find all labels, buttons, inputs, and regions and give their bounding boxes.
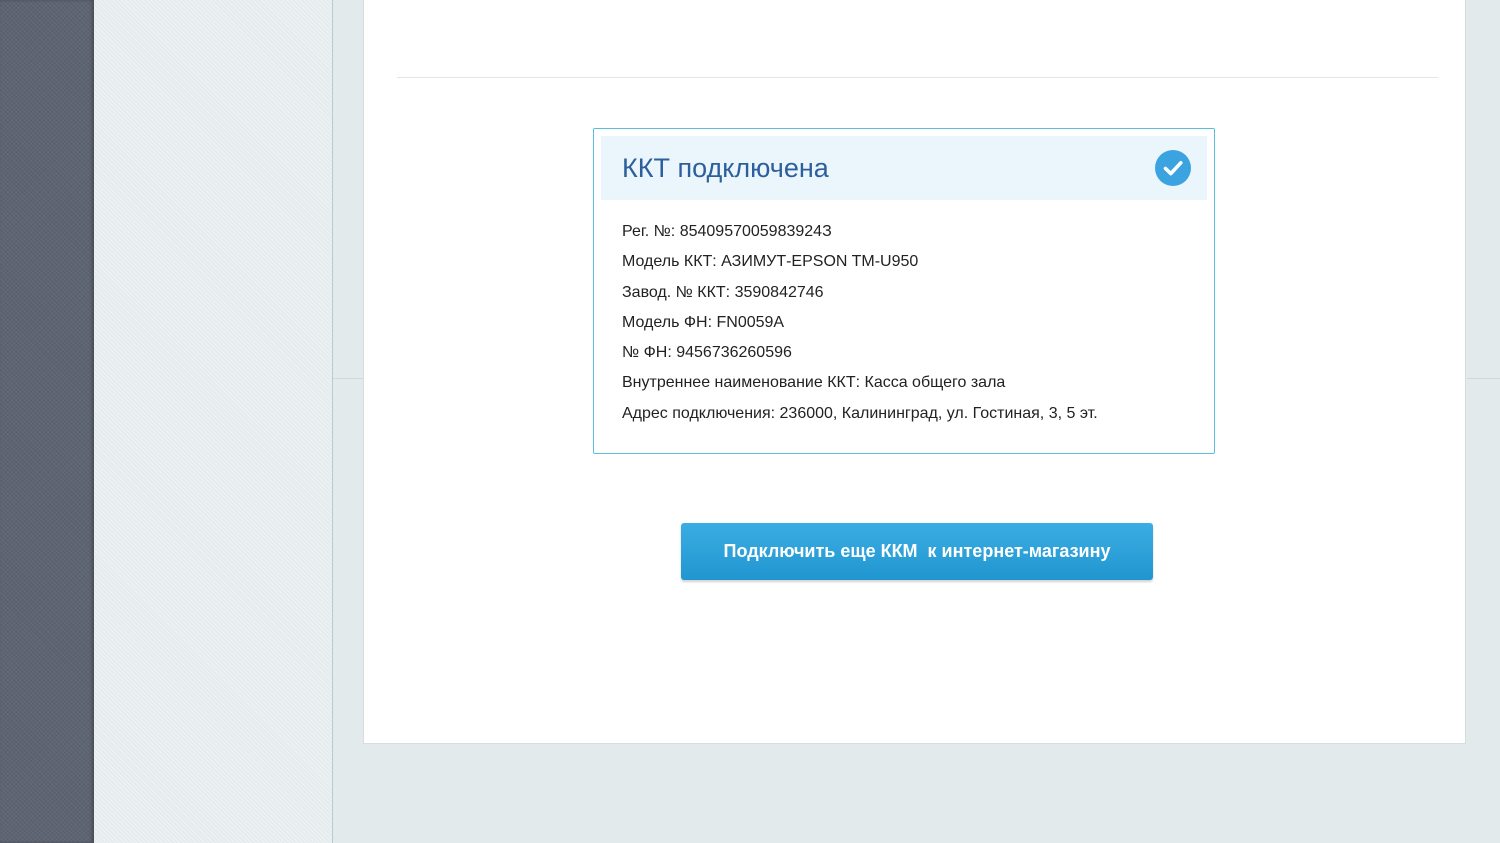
left-navigation-rail	[0, 0, 94, 843]
kkt-status-card: ККТ подключена Рег. №: 8540957005983924З…	[593, 128, 1215, 454]
kkt-factory-number: Завод. № ККТ: 3590842746	[622, 283, 824, 301]
kkt-status-header: ККТ подключена	[601, 136, 1207, 200]
background-divider-left	[333, 378, 363, 379]
check-circle-icon	[1155, 150, 1191, 186]
section-divider	[397, 77, 1438, 78]
side-panel	[94, 0, 333, 843]
kkt-internal-name: Внутреннее наименование ККТ: Касса общег…	[622, 374, 1006, 392]
fn-number: № ФН: 9456736260596	[622, 344, 792, 362]
add-kkm-button[interactable]: Подключить еще ККМ к интернет-магазину	[681, 523, 1153, 580]
main-content-card: ККТ подключена Рег. №: 8540957005983924З…	[363, 0, 1466, 744]
kkt-connection-address: Адрес подключения: 236000, Калининград, …	[622, 404, 1098, 422]
fn-model: Модель ФН: FN0059A	[622, 313, 785, 331]
kkt-details-list: Рег. №: 8540957005983924З Модель ККТ: АЗ…	[622, 218, 1098, 430]
kkt-model: Модель ККТ: АЗИМУТ-EPSON TM-U950	[622, 253, 919, 271]
kkt-reg-number: Рег. №: 8540957005983924З	[622, 223, 832, 240]
kkt-status-title: ККТ подключена	[622, 153, 829, 183]
background-divider-right	[1467, 378, 1500, 379]
